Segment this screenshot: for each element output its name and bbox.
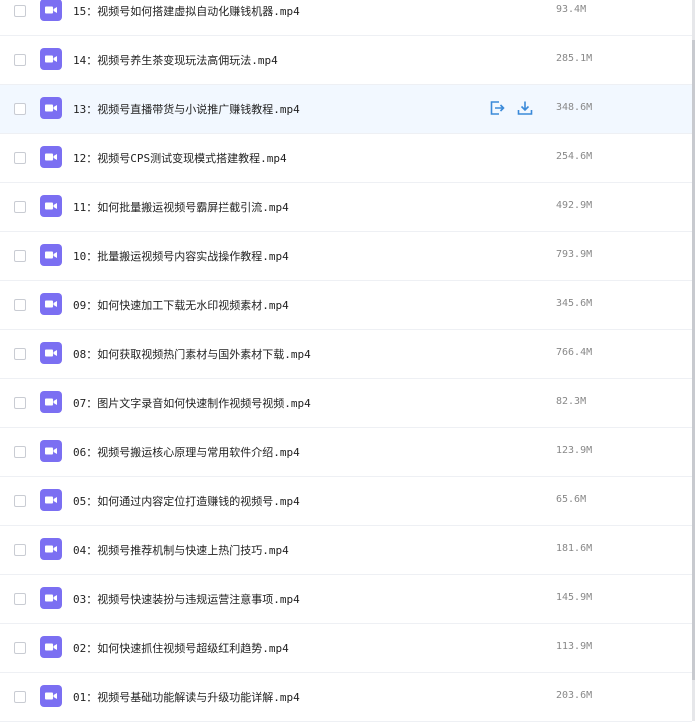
- file-size: 113.9M: [556, 641, 593, 652]
- row-checkbox[interactable]: [14, 691, 26, 703]
- video-file-icon: [40, 244, 62, 266]
- row-checkbox[interactable]: [14, 103, 26, 115]
- row-checkbox[interactable]: [14, 642, 26, 654]
- file-name[interactable]: 15：视频号如何搭建虚拟自动化赚钱机器.mp4: [73, 3, 300, 19]
- row-checkbox[interactable]: [14, 397, 26, 409]
- file-name[interactable]: 02：如何快速抓住视频号超级红利趋势.mp4: [73, 640, 289, 656]
- file-size: 793.9M: [556, 249, 593, 260]
- video-file-icon: [40, 391, 62, 413]
- file-size: 766.4M: [556, 347, 593, 358]
- share-icon[interactable]: [488, 99, 506, 117]
- file-size: 203.6M: [556, 690, 593, 701]
- row-checkbox[interactable]: [14, 299, 26, 311]
- row-actions: [488, 99, 534, 117]
- file-name[interactable]: 11：如何批量搬运视频号霸屏拦截引流.mp4: [73, 199, 289, 215]
- row-checkbox[interactable]: [14, 593, 26, 605]
- file-row[interactable]: 13：视频号直播带货与小说推广赚钱教程.mp4 348.6M: [0, 85, 692, 134]
- file-row[interactable]: 10：批量搬运视频号内容实战操作教程.mp4 793.9M: [0, 232, 692, 281]
- video-file-icon: [40, 195, 62, 217]
- file-row[interactable]: 07：图片文字录音如何快速制作视频号视频.mp4 82.3M: [0, 379, 692, 428]
- file-row[interactable]: 09：如何快速加工下载无水印视频素材.mp4 345.6M: [0, 281, 692, 330]
- file-name[interactable]: 01：视频号基础功能解读与升级功能详解.mp4: [73, 689, 300, 705]
- file-size: 285.1M: [556, 53, 593, 64]
- file-name[interactable]: 04：视频号推荐机制与快速上热门技巧.mp4: [73, 542, 289, 558]
- file-name[interactable]: 13：视频号直播带货与小说推广赚钱教程.mp4: [73, 101, 300, 117]
- row-checkbox[interactable]: [14, 5, 26, 17]
- row-checkbox[interactable]: [14, 201, 26, 213]
- file-name[interactable]: 05：如何通过内容定位打造赚钱的视频号.mp4: [73, 493, 300, 509]
- file-size: 93.4M: [556, 4, 587, 15]
- file-row[interactable]: 12：视频号CPS测试变现模式搭建教程.mp4 254.6M: [0, 134, 692, 183]
- file-row[interactable]: 14：视频号养生茶变现玩法高佣玩法.mp4 285.1M: [0, 36, 692, 85]
- video-file-icon: [40, 685, 62, 707]
- video-file-icon: [40, 440, 62, 462]
- file-row[interactable]: 11：如何批量搬运视频号霸屏拦截引流.mp4 492.9M: [0, 183, 692, 232]
- file-size: 254.6M: [556, 151, 593, 162]
- row-checkbox[interactable]: [14, 250, 26, 262]
- row-checkbox[interactable]: [14, 495, 26, 507]
- file-size: 345.6M: [556, 298, 593, 309]
- video-file-icon: [40, 636, 62, 658]
- file-size: 82.3M: [556, 396, 587, 407]
- video-file-icon: [40, 489, 62, 511]
- video-file-icon: [40, 293, 62, 315]
- file-row[interactable]: 01：视频号基础功能解读与升级功能详解.mp4 203.6M: [0, 673, 692, 722]
- video-file-icon: [40, 0, 62, 21]
- file-name[interactable]: 10：批量搬运视频号内容实战操作教程.mp4: [73, 248, 289, 264]
- file-size: 181.6M: [556, 543, 593, 554]
- file-name[interactable]: 03：视频号快速装扮与违规运营注意事项.mp4: [73, 591, 300, 607]
- download-icon[interactable]: [516, 99, 534, 117]
- file-name[interactable]: 12：视频号CPS测试变现模式搭建教程.mp4: [73, 150, 287, 166]
- video-file-icon: [40, 146, 62, 168]
- file-row[interactable]: 06：视频号搬运核心原理与常用软件介绍.mp4 123.9M: [0, 428, 692, 477]
- file-row[interactable]: 04：视频号推荐机制与快速上热门技巧.mp4 181.6M: [0, 526, 692, 575]
- file-size: 492.9M: [556, 200, 593, 211]
- video-file-icon: [40, 97, 62, 119]
- row-checkbox[interactable]: [14, 54, 26, 66]
- file-size: 65.6M: [556, 494, 587, 505]
- file-size: 123.9M: [556, 445, 593, 456]
- video-file-icon: [40, 342, 62, 364]
- file-name[interactable]: 09：如何快速加工下载无水印视频素材.mp4: [73, 297, 289, 313]
- row-checkbox[interactable]: [14, 446, 26, 458]
- file-row[interactable]: 05：如何通过内容定位打造赚钱的视频号.mp4 65.6M: [0, 477, 692, 526]
- row-checkbox[interactable]: [14, 348, 26, 360]
- file-size: 145.9M: [556, 592, 593, 603]
- file-list: 15：视频号如何搭建虚拟自动化赚钱机器.mp4 93.4M 14：视频号养生茶变现玩…: [0, 0, 692, 722]
- video-file-icon: [40, 587, 62, 609]
- file-name[interactable]: 06：视频号搬运核心原理与常用软件介绍.mp4: [73, 444, 300, 460]
- file-row[interactable]: 02：如何快速抓住视频号超级红利趋势.mp4 113.9M: [0, 624, 692, 673]
- file-row[interactable]: 08：如何获取视频热门素材与国外素材下载.mp4 766.4M: [0, 330, 692, 379]
- file-row[interactable]: 03：视频号快速装扮与违规运营注意事项.mp4 145.9M: [0, 575, 692, 624]
- file-size: 348.6M: [556, 102, 593, 113]
- video-file-icon: [40, 538, 62, 560]
- file-name[interactable]: 07：图片文字录音如何快速制作视频号视频.mp4: [73, 395, 311, 411]
- row-checkbox[interactable]: [14, 544, 26, 556]
- file-name[interactable]: 14：视频号养生茶变现玩法高佣玩法.mp4: [73, 52, 278, 68]
- row-checkbox[interactable]: [14, 152, 26, 164]
- video-file-icon: [40, 48, 62, 70]
- file-row[interactable]: 15：视频号如何搭建虚拟自动化赚钱机器.mp4 93.4M: [0, 0, 692, 36]
- file-name[interactable]: 08：如何获取视频热门素材与国外素材下载.mp4: [73, 346, 311, 362]
